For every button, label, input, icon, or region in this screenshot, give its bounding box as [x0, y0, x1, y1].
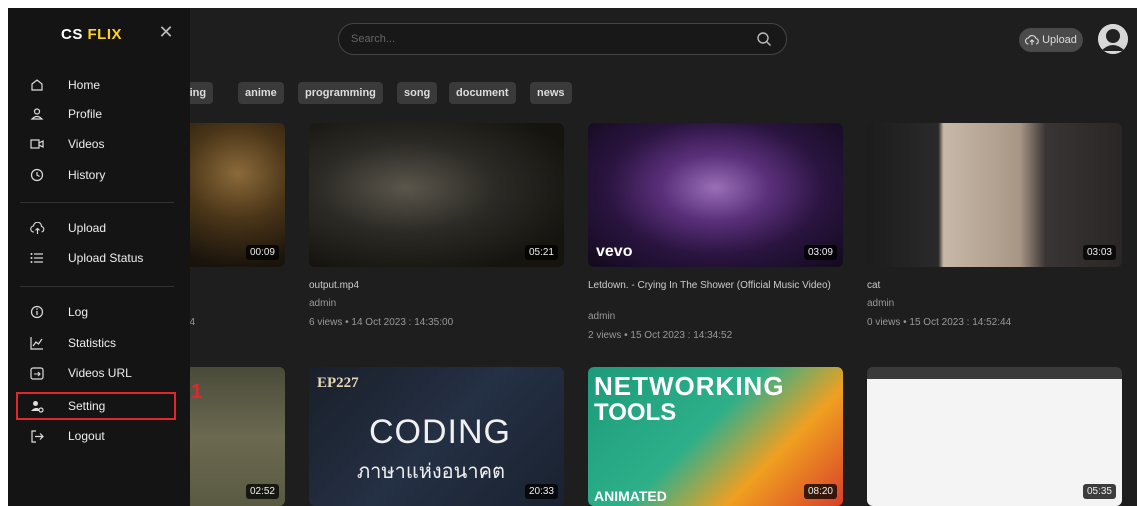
sidebar-item-history[interactable]: History [16, 162, 174, 188]
close-icon[interactable]: ✕ [158, 23, 174, 41]
app-window: Upload gaming anime programming song doc… [8, 8, 1137, 506]
video-title[interactable]: cat [867, 279, 880, 292]
sidebar-item-label: Statistics [68, 336, 117, 350]
video-author[interactable]: admin [309, 298, 336, 309]
header-upload-button[interactable]: Upload [1019, 28, 1083, 52]
sidebar-item-label: History [68, 168, 106, 182]
logout-icon [27, 428, 47, 444]
sidebar-item-statistics[interactable]: Statistics [16, 330, 174, 356]
line-chart-icon [27, 335, 47, 351]
sidebar-item-label: Home [68, 78, 101, 92]
video-author[interactable]: admin [867, 298, 894, 309]
thumbnail-bottom-label: ANIMATED [594, 488, 667, 504]
sidebar-item-home[interactable]: Home [16, 72, 174, 98]
sidebar-item-upload-status[interactable]: Upload Status [16, 245, 174, 271]
list-icon [27, 250, 47, 266]
search-icon[interactable] [756, 31, 772, 47]
video-duration: 05:21 [524, 245, 558, 260]
video-card[interactable]: NETWORKING TOOLS ANIMATED 08:20 [588, 367, 843, 506]
cloud-upload-icon [27, 220, 47, 236]
tag-document[interactable]: document [449, 82, 516, 104]
user-icon [1098, 24, 1128, 54]
video-card[interactable]: 03:03 [867, 123, 1122, 267]
video-stats: 2 views • 15 Oct 2023 : 14:34:52 [588, 330, 733, 341]
video-stats: 6 views • 14 Oct 2023 : 14:35:00 [309, 317, 454, 328]
user-icon [27, 106, 47, 122]
tag-programming[interactable]: programming [298, 82, 383, 104]
sidebar-item-label: Log [68, 305, 89, 319]
thumbnail-ep-label: EP227 [317, 375, 359, 391]
sidebar-item-label: Videos [68, 137, 105, 151]
header-upload-label: Upload [1042, 34, 1077, 46]
video-duration: 03:09 [803, 245, 837, 260]
sidebar-item-videos-url[interactable]: Videos URL [16, 360, 174, 386]
brand-logo[interactable]: CS FLIX [61, 26, 122, 43]
sidebar: CS FLIX ✕ Home Profile Videos History Up… [8, 8, 190, 506]
video-card[interactable]: EP227 CODING ภาษาแห่งอนาคต 20:33 [309, 367, 564, 506]
annotation-highlight-box [16, 392, 176, 420]
tag-anime[interactable]: anime [238, 82, 284, 104]
sidebar-divider [20, 202, 174, 203]
sidebar-divider [20, 286, 174, 287]
video-title[interactable]: Letdown. - Crying In The Shower (Officia… [588, 279, 843, 292]
tag-label: document [456, 87, 509, 99]
tag-label: song [404, 87, 431, 99]
search-bar [338, 23, 787, 55]
sidebar-item-label: Upload [68, 221, 107, 235]
sidebar-item-log[interactable]: Log [16, 299, 174, 325]
tag-label: news [537, 87, 565, 99]
brand-accent: FLIX [87, 26, 123, 43]
video-card[interactable]: 05:21 [309, 123, 564, 267]
clock-icon [27, 167, 47, 183]
video-stats: 0 views • 15 Oct 2023 : 14:52:44 [867, 317, 1012, 328]
brand-prefix: CS [61, 26, 83, 43]
sidebar-item-label: Profile [68, 107, 103, 121]
thumbnail-title: NETWORKING [594, 371, 785, 401]
video-card[interactable]: 05:35 [867, 367, 1122, 506]
sidebar-item-label: Videos URL [68, 366, 132, 380]
video-duration: 03:03 [1082, 245, 1116, 260]
sidebar-item-logout[interactable]: Logout [16, 423, 174, 449]
video-duration: 20:33 [524, 484, 558, 499]
tag-news[interactable]: news [530, 82, 572, 104]
video-duration: 00:09 [245, 245, 279, 260]
tag-label: anime [245, 87, 277, 99]
tag-label: programming [305, 87, 376, 99]
video-author[interactable]: admin [588, 311, 615, 322]
sidebar-item-label: Logout [68, 429, 105, 443]
thumbnail-title: CODING [369, 413, 511, 451]
avatar[interactable] [1098, 24, 1128, 54]
tag-song[interactable]: song [397, 82, 438, 104]
video-camera-icon [27, 136, 47, 152]
sidebar-item-upload[interactable]: Upload [16, 215, 174, 241]
home-icon [27, 77, 47, 93]
thumbnail-subtitle: TOOLS [594, 399, 677, 426]
info-icon [27, 304, 47, 320]
link-box-icon [27, 365, 47, 381]
sidebar-item-label: Upload Status [68, 251, 144, 265]
video-title[interactable]: output.mp4 [309, 279, 359, 292]
thumbnail-subtitle: ภาษาแห่งอนาคต [357, 461, 505, 483]
video-duration: 08:20 [803, 484, 837, 499]
sidebar-item-profile[interactable]: Profile [16, 101, 174, 127]
search-input[interactable] [351, 24, 731, 54]
video-duration: 05:35 [1082, 484, 1116, 499]
vevo-watermark: vevo [596, 243, 633, 260]
video-card[interactable]: vevo 03:09 [588, 123, 843, 267]
annotation-number: 1 [191, 381, 203, 403]
sidebar-item-videos[interactable]: Videos [16, 131, 174, 157]
video-duration: 02:52 [245, 484, 279, 499]
cloud-upload-icon [1025, 35, 1039, 45]
